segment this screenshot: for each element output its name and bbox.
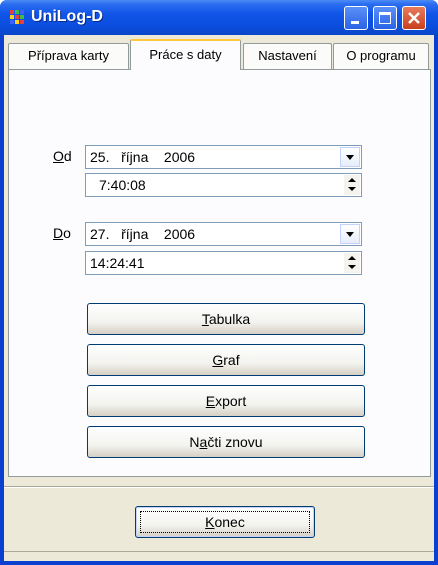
from-date-picker[interactable]: 25. října 2006 (85, 145, 362, 169)
minimize-icon (351, 21, 359, 24)
window-title: UniLog-D (31, 8, 103, 25)
to-date-picker[interactable]: 27. října 2006 (85, 222, 362, 246)
nacti-znovu-button[interactable]: Načti znovu (87, 426, 365, 458)
maximize-button[interactable] (373, 6, 397, 30)
tab-o-programu[interactable]: O programu (333, 43, 429, 69)
minimize-button[interactable] (344, 6, 368, 30)
status-bar (4, 551, 434, 562)
spin-up-icon[interactable] (344, 175, 360, 185)
spin-down-icon[interactable] (344, 263, 360, 273)
from-time-field[interactable]: 7:40:08 (85, 173, 362, 197)
spin-down-icon[interactable] (344, 185, 360, 195)
konec-button[interactable]: Konec (135, 506, 315, 538)
from-date-value: 25. října 2006 (90, 149, 196, 165)
to-date-value: 27. října 2006 (90, 226, 196, 242)
tab-panel: Od 25. října 2006 7:40:08 Do 27. října 2… (8, 69, 431, 477)
from-time-value: 7:40:08 (99, 177, 146, 193)
app-window: UniLog-D Příprava karty Práce s daty Nas… (0, 0, 438, 565)
title-bar[interactable]: UniLog-D (0, 0, 438, 35)
tab-prace-s-daty[interactable]: Práce s daty (130, 39, 241, 70)
tab-nastaveni[interactable]: Nastavení (243, 43, 332, 69)
divider (4, 486, 434, 488)
graf-button[interactable]: Graf (87, 344, 365, 376)
export-button[interactable]: Export (87, 385, 365, 417)
from-label: Od (53, 148, 72, 164)
to-label: Do (53, 225, 71, 241)
close-button[interactable] (402, 6, 426, 30)
to-time-spinner[interactable] (344, 253, 360, 273)
close-icon (408, 12, 420, 24)
chevron-down-icon[interactable] (340, 147, 360, 167)
from-time-spinner[interactable] (344, 175, 360, 195)
tabulka-button[interactable]: Tabulka (87, 303, 365, 335)
chevron-down-icon[interactable] (340, 224, 360, 244)
spin-up-icon[interactable] (344, 253, 360, 263)
app-icon (10, 10, 26, 24)
maximize-icon (379, 12, 391, 24)
tab-priprava-karty[interactable]: Příprava karty (8, 43, 129, 69)
client-area: Příprava karty Práce s daty Nastavení O … (4, 35, 434, 561)
to-time-value: 14:24:41 (90, 255, 145, 271)
to-time-field[interactable]: 14:24:41 (85, 251, 362, 275)
